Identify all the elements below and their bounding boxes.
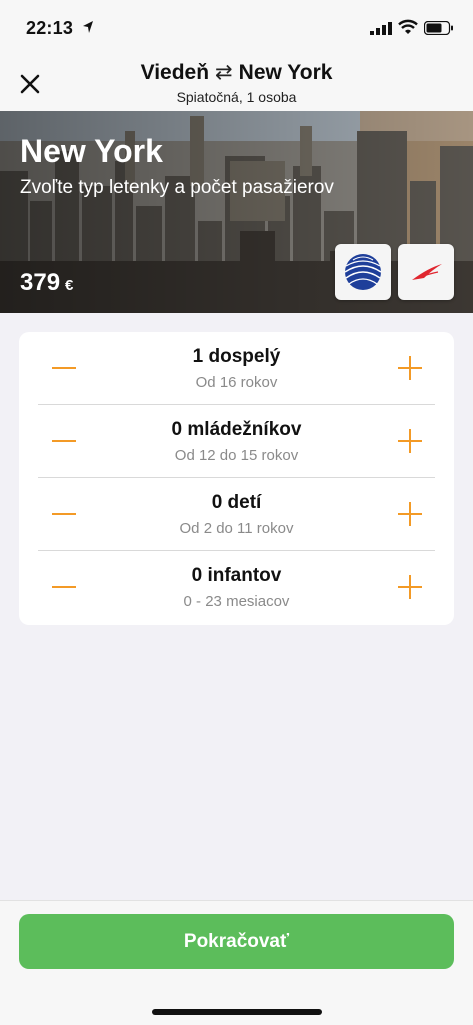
hero-title: New York [20,133,163,169]
continue-button[interactable]: Pokračovať [19,914,454,969]
children-count: 0 detí [211,492,262,513]
destination-city: New York [238,61,333,84]
price-value: 379 [20,269,61,296]
route-title: Viedeň ⇄ New York [0,60,473,85]
destination-hero: New York Zvoľte typ letenky a počet pasa… [0,111,473,313]
increment-youth-button[interactable] [398,429,422,453]
youth-count: 0 mládežníkov [171,419,302,440]
bottom-action-bar: Pokračovať [0,900,473,1025]
adults-age-range: Od 16 rokov [195,374,278,391]
adults-count: 1 dospelý [192,346,281,367]
nav-header: Viedeň ⇄ New York Spiatočná, 1 osoba [0,56,473,111]
passenger-row-youth: 0 mládežníkov Od 12 do 15 rokov [19,405,454,478]
home-indicator[interactable] [152,1009,322,1015]
price-currency: € [65,277,74,294]
youth-age-range: Od 12 do 15 rokov [174,447,299,464]
origin-city: Viedeň [140,61,210,84]
passenger-row-children: 0 detí Od 2 do 11 rokov [19,478,454,551]
location-arrow-icon [83,21,93,33]
infants-count: 0 infantov [191,565,282,586]
cellular-signal-icon [370,22,392,35]
infants-age-range: 0 - 23 mesiacov [183,593,290,610]
children-age-range: Od 2 do 11 rokov [179,520,294,537]
battery-icon [424,21,453,35]
passenger-selector: 1 dospelý Od 16 rokov 0 mládežníkov Od 1… [19,332,454,625]
trip-subtitle: Spiatočná, 1 osoba [176,89,297,105]
passenger-row-infants: 0 infantov 0 - 23 mesiacov [19,551,454,624]
arrow-logo-icon [412,264,442,280]
status-bar: 22:13 [0,0,473,56]
globe-logo-icon [344,254,382,290]
price: 379 € [20,269,73,297]
status-time: 22:13 [26,18,74,38]
increment-adults-button[interactable] [398,356,422,380]
hero-subtitle: Zvoľte typ letenky a počet pasažierov [20,177,334,198]
increment-infants-button[interactable] [398,575,422,599]
wifi-icon [398,19,418,34]
increment-children-button[interactable] [398,502,422,526]
austrian-airlines-logo [398,244,454,300]
united-airlines-logo [335,244,391,300]
passenger-row-adults: 1 dospelý Od 16 rokov [19,332,454,405]
swap-icon: ⇄ [215,61,233,84]
